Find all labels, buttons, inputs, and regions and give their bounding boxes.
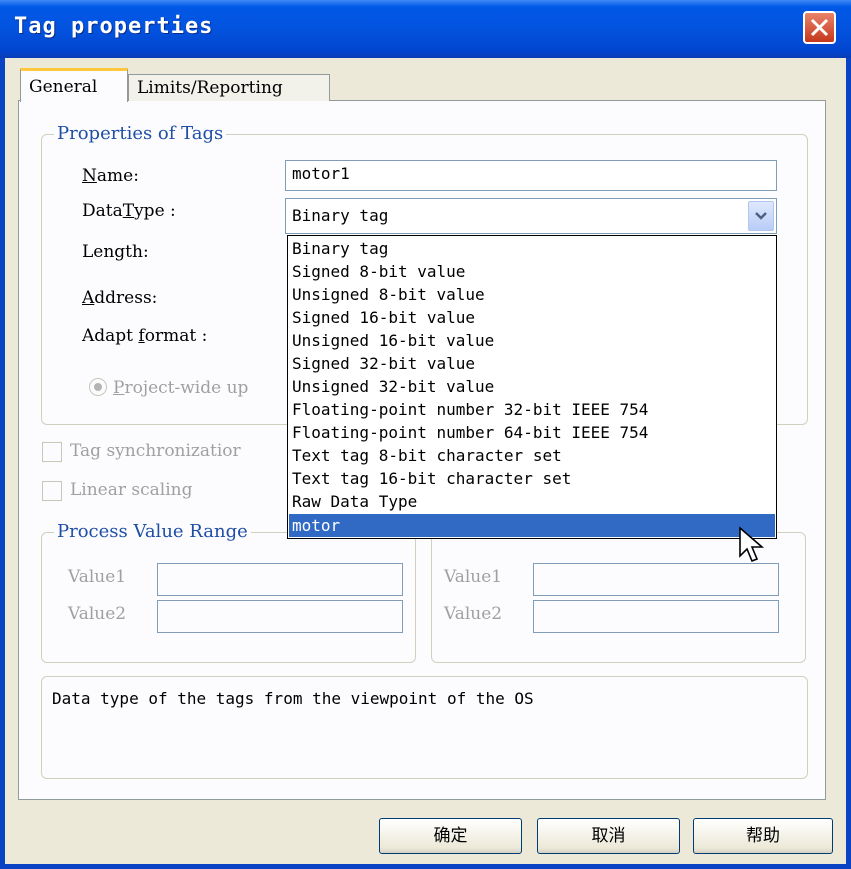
window-frame-right bbox=[846, 58, 851, 869]
datatype-option[interactable]: Binary tag bbox=[289, 237, 775, 260]
address-label: Address: bbox=[82, 288, 157, 308]
process-value2-label: Value2 bbox=[68, 604, 127, 624]
tab-label: Limits/Reporting bbox=[137, 78, 283, 98]
close-icon bbox=[810, 18, 829, 37]
datatype-option[interactable]: Unsigned 8-bit value bbox=[289, 283, 775, 306]
linear-scaling-label: Linear scaling bbox=[70, 480, 193, 500]
datatype-option[interactable]: Signed 8-bit value bbox=[289, 260, 775, 283]
name-label: Name: bbox=[82, 166, 139, 186]
process-value2-input[interactable] bbox=[157, 600, 403, 633]
close-button[interactable] bbox=[803, 11, 836, 44]
chevron-down-icon bbox=[755, 212, 767, 220]
datatype-option[interactable]: Text tag 16-bit character set bbox=[289, 467, 775, 490]
window-title: Tag properties bbox=[14, 14, 214, 39]
tag-sync-checkbox[interactable] bbox=[42, 442, 62, 462]
name-label-text: ame: bbox=[96, 166, 139, 186]
process-range-group bbox=[41, 532, 416, 663]
datatype-option[interactable]: Signed 32-bit value bbox=[289, 352, 775, 375]
adapt-format-label: Adapt format : bbox=[82, 326, 207, 346]
mouse-pointer-icon bbox=[739, 526, 765, 563]
project-wide-text: roject-wide up bbox=[124, 378, 249, 398]
adapt-label-a: Adapt bbox=[82, 326, 139, 346]
tag-value1-input[interactable] bbox=[533, 563, 779, 596]
help-button[interactable]: 帮助 bbox=[693, 818, 833, 854]
datatype-option[interactable]: Unsigned 32-bit value bbox=[289, 375, 775, 398]
datatype-option[interactable]: Signed 16-bit value bbox=[289, 306, 775, 329]
datatype-label-mnemonic: T bbox=[122, 201, 135, 221]
datatype-option-highlighted[interactable]: motor bbox=[289, 514, 775, 537]
tag-value2-label: Value2 bbox=[444, 604, 503, 624]
project-wide-radio[interactable] bbox=[88, 377, 108, 397]
tab-general[interactable]: General bbox=[20, 68, 128, 102]
cancel-button[interactable]: 取消 bbox=[537, 818, 680, 854]
datatype-select[interactable]: Binary tag bbox=[285, 198, 777, 234]
datatype-option[interactable]: Floating-point number 64-bit IEEE 754 bbox=[289, 421, 775, 444]
tag-value1-label: Value1 bbox=[444, 567, 503, 587]
datatype-option[interactable]: Raw Data Type bbox=[289, 490, 775, 513]
project-wide-label: Project-wide up bbox=[113, 378, 248, 398]
name-input[interactable]: motor1 bbox=[285, 160, 777, 191]
process-value1-input[interactable] bbox=[157, 563, 403, 596]
datatype-label: DataType : bbox=[82, 201, 176, 221]
tab-limits-reporting[interactable]: Limits/Reporting bbox=[128, 74, 330, 101]
process-value1-label: Value1 bbox=[68, 567, 127, 587]
datatype-label-a: Data bbox=[82, 201, 123, 221]
datatype-option[interactable]: Floating-point number 32-bit IEEE 754 bbox=[289, 398, 775, 421]
process-range-legend: Process Value Range bbox=[54, 521, 251, 542]
adapt-label-b: ormat : bbox=[144, 326, 208, 346]
name-label-mnemonic: N bbox=[82, 166, 97, 186]
datatype-select-value: Binary tag bbox=[292, 206, 389, 225]
tab-label: General bbox=[29, 77, 98, 97]
project-wide-mnemonic: P bbox=[113, 378, 125, 398]
length-label: Length: bbox=[82, 242, 149, 262]
properties-group-legend: Properties of Tags bbox=[54, 123, 227, 144]
address-label-mnemonic: A bbox=[82, 288, 95, 308]
datatype-option[interactable]: Text tag 8-bit character set bbox=[289, 444, 775, 467]
datatype-label-b: ype : bbox=[134, 201, 176, 221]
description-text: Data type of the tags from the viewpoint… bbox=[52, 689, 534, 708]
address-label-text: ddress: bbox=[94, 288, 158, 308]
linear-scaling-checkbox[interactable] bbox=[42, 481, 62, 501]
ok-button[interactable]: 确定 bbox=[379, 818, 522, 854]
tag-value2-input[interactable] bbox=[533, 600, 779, 633]
datatype-dropdown-list[interactable]: Binary tag Signed 8-bit value Unsigned 8… bbox=[287, 235, 777, 539]
window-frame-bottom bbox=[0, 864, 851, 869]
window-frame-left bbox=[0, 58, 5, 869]
dropdown-button[interactable] bbox=[748, 201, 774, 231]
tag-sync-label: Tag synchronizatior bbox=[70, 441, 241, 461]
datatype-option[interactable]: Unsigned 16-bit value bbox=[289, 329, 775, 352]
